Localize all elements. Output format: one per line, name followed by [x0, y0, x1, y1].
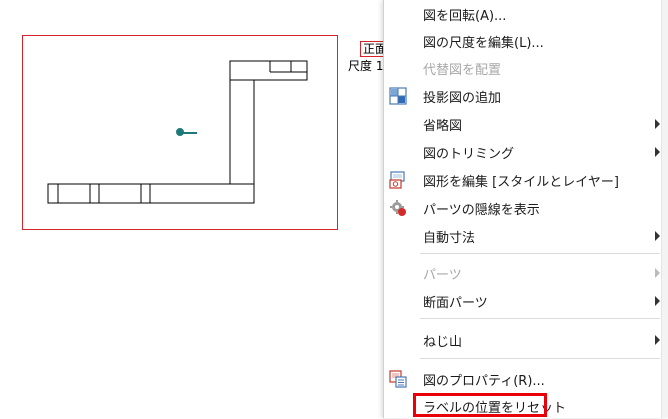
menu-item-thread[interactable]: ねじ山	[384, 327, 662, 353]
menu-separator	[420, 358, 660, 359]
menu-item-label: 自動寸法	[423, 230, 476, 246]
menu-item-label: 断面パーツ	[423, 295, 488, 311]
menu-item-parts: パーツ	[384, 260, 662, 286]
chevron-right-icon	[655, 296, 660, 306]
menu-item-label: 代替図を配置	[423, 62, 502, 78]
chevron-right-icon	[655, 231, 660, 241]
chevron-right-icon	[655, 147, 660, 157]
menu-item-show-hidden-lines[interactable]: パーツの隠線を表示	[384, 195, 662, 221]
view-properties-icon	[389, 370, 407, 388]
edit-view-icon	[389, 171, 405, 189]
view-scale-label: 尺度 1	[348, 59, 384, 73]
menu-item-label: 図を回転(A)...	[423, 8, 507, 24]
menu-item-label: 図のトリミング	[423, 146, 515, 162]
menu-item-label: 図の尺度を編集(L)...	[423, 35, 544, 51]
menu-item-label: 図形を編集 [スタイルとレイヤー]	[423, 174, 619, 190]
menu-item-label: パーツ	[423, 267, 462, 283]
menu-item-auto-dimension[interactable]: 自動寸法	[384, 223, 662, 249]
drawing-view-frame[interactable]	[22, 35, 338, 230]
context-menu: 図を回転(A)... 図の尺度を編集(L)... 代替図を配置 投影図の追加 省…	[383, 0, 668, 418]
chevron-right-icon	[655, 268, 660, 278]
menu-item-label: ねじ山	[423, 334, 463, 350]
chevron-right-icon	[655, 335, 660, 345]
menu-separator	[420, 318, 660, 319]
hidden-lines-gear-icon	[390, 200, 406, 216]
menu-item-place-alternate-view: 代替図を配置	[384, 55, 662, 81]
menu-item-edit-shape-style-layer[interactable]: 図形を編集 [スタイルとレイヤー]	[384, 167, 662, 193]
menu-item-crop-view[interactable]: 図のトリミング	[384, 139, 662, 165]
menu-item-label: 省略図	[423, 118, 463, 134]
menu-item-edit-view-scale[interactable]: 図の尺度を編集(L)...	[384, 28, 662, 54]
highlight-annotation-box	[413, 393, 547, 417]
menu-item-label: パーツの隠線を表示	[423, 202, 540, 218]
menu-item-broken-view[interactable]: 省略図	[384, 111, 662, 137]
menu-separator	[420, 253, 660, 254]
menu-item-label: 図のプロパティ(R)...	[423, 373, 545, 389]
menu-item-section-parts[interactable]: 断面パーツ	[384, 288, 662, 314]
menu-item-rotate-view[interactable]: 図を回転(A)...	[384, 1, 662, 27]
menu-item-label: 投影図の追加	[423, 90, 502, 106]
scrollbar[interactable]	[661, 0, 668, 418]
projected-view-icon	[389, 87, 407, 105]
chevron-right-icon	[655, 119, 660, 129]
menu-item-add-projected-view[interactable]: 投影図の追加	[384, 83, 662, 109]
menu-item-view-properties[interactable]: 図のプロパティ(R)...	[384, 366, 662, 392]
